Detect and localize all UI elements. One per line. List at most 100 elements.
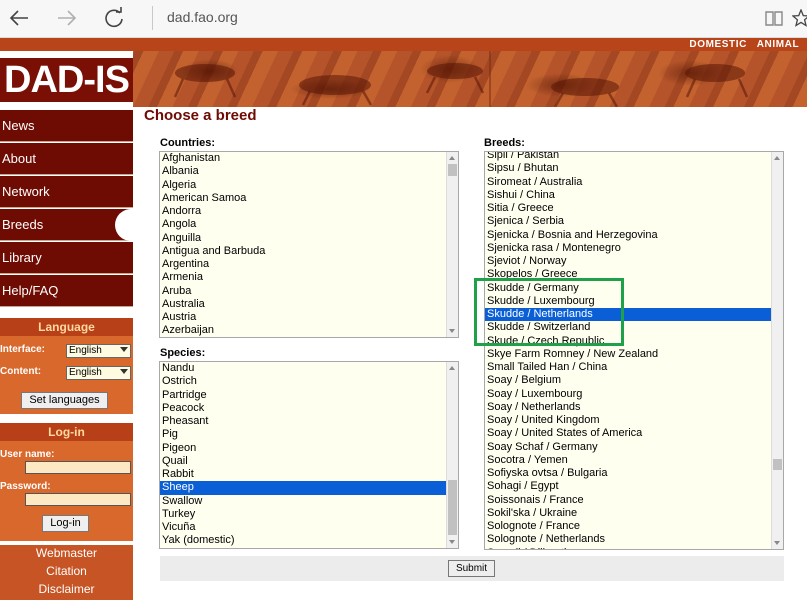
species-option-selected[interactable]: Sheep	[160, 481, 446, 495]
species-option[interactable]: Pigeon	[160, 442, 446, 455]
address-bar[interactable]: dad.fao.org	[167, 9, 238, 25]
sidebar-item-news[interactable]: News	[0, 110, 133, 142]
forward-button[interactable]	[52, 4, 82, 32]
breed-option[interactable]: Skopelos / Greece	[485, 268, 771, 281]
country-option[interactable]: Anguilla	[160, 232, 446, 245]
country-option[interactable]: Algeria	[160, 179, 446, 192]
scroll-down-icon[interactable]	[774, 541, 780, 545]
scroll-up-icon[interactable]	[774, 156, 780, 160]
scroll-up-icon[interactable]	[449, 156, 455, 160]
country-option[interactable]: Andorra	[160, 205, 446, 218]
country-option[interactable]: American Samoa	[160, 192, 446, 205]
reading-view-button[interactable]	[761, 5, 787, 31]
breed-option[interactable]: Soay / Netherlands	[485, 401, 771, 414]
breed-option[interactable]: Skude / Czech Republic	[485, 335, 771, 348]
site-logo[interactable]: DAD-IS	[0, 58, 133, 102]
breed-option[interactable]: Skudde / Switzerland	[485, 321, 771, 334]
countries-listbox[interactable]: Afghanistan Albania Algeria American Samoa A…	[159, 151, 459, 338]
breed-option[interactable]: Sipli / Pakistan	[485, 152, 771, 162]
content-language-select[interactable]: English	[66, 366, 131, 380]
webmaster-link[interactable]: Webmaster	[0, 546, 133, 560]
breed-option[interactable]: Sitia / Greece	[485, 202, 771, 215]
country-option[interactable]: Albania	[160, 165, 446, 178]
breed-option[interactable]: Skye Farm Romney / New Zealand	[485, 348, 771, 361]
breed-option[interactable]: Soissonais / France	[485, 494, 771, 507]
sidebar-item-about[interactable]: About	[0, 143, 133, 175]
scroll-thumb[interactable]	[448, 164, 457, 176]
country-option[interactable]: Austria	[160, 311, 446, 324]
breed-option[interactable]: Skudde / Luxembourg	[485, 295, 771, 308]
interface-language-select[interactable]: English	[66, 344, 131, 358]
scroll-up-icon[interactable]	[449, 366, 455, 370]
species-option[interactable]: Quail	[160, 455, 446, 468]
login-button[interactable]: Log-in	[42, 515, 89, 532]
username-input[interactable]	[25, 461, 131, 474]
sidebar: News About Network Breeds Library Help/F…	[0, 110, 139, 600]
species-option[interactable]: Ostrich	[160, 375, 446, 388]
countries-options: Afghanistan Albania Algeria American Samoa A…	[160, 152, 446, 337]
species-option[interactable]: Yak (domestic)	[160, 534, 446, 547]
breed-option-selected[interactable]: Skudde / Netherlands	[485, 308, 771, 322]
scroll-thumb[interactable]	[773, 459, 782, 470]
breed-option[interactable]: Solognote / France	[485, 520, 771, 533]
breeds-listbox[interactable]: Sipli / Pakistan Sipsu / Bhutan Siromeat /…	[484, 151, 784, 550]
set-languages-button[interactable]: Set languages	[21, 392, 108, 409]
country-option[interactable]: Angola	[160, 218, 446, 231]
species-option[interactable]: Pheasant	[160, 415, 446, 428]
species-listbox[interactable]: Nandu Ostrich Partridge Peacock Pheasant Pig P…	[159, 361, 459, 549]
breed-option[interactable]: Siromeat / Australia	[485, 176, 771, 189]
breed-option[interactable]: Sishui / China	[485, 189, 771, 202]
scroll-down-icon[interactable]	[449, 540, 455, 544]
breed-option[interactable]: Soay Schaf / Germany	[485, 441, 771, 454]
scroll-thumb[interactable]	[448, 480, 457, 535]
sidebar-item-library[interactable]: Library	[0, 242, 133, 274]
breed-option[interactable]: Small Tailed Han / China	[485, 361, 771, 374]
refresh-button[interactable]	[99, 4, 129, 32]
species-option[interactable]: Vicuña	[160, 521, 446, 534]
disclaimer-link[interactable]: Disclaimer	[0, 582, 133, 596]
country-option[interactable]: Antigua and Barbuda	[160, 245, 446, 258]
password-input[interactable]	[25, 493, 131, 506]
countries-scrollbar[interactable]	[446, 152, 458, 337]
breed-option[interactable]: Sjenicka / Bosnia and Herzegovina	[485, 229, 771, 242]
breed-option[interactable]: Soay / United States of America	[485, 427, 771, 440]
back-button[interactable]	[4, 4, 34, 32]
country-option[interactable]: Armenia	[160, 271, 446, 284]
interface-label: Interface:	[0, 344, 46, 355]
species-option[interactable]: Partridge	[160, 389, 446, 402]
breed-option[interactable]: Soay / United Kingdom	[485, 414, 771, 427]
species-option[interactable]: Pig	[160, 428, 446, 441]
breed-option[interactable]: Somali / Djibouti	[485, 547, 771, 550]
breed-option[interactable]: Socotra / Yemen	[485, 454, 771, 467]
breed-option[interactable]: Sofiyska ovtsa / Bulgaria	[485, 467, 771, 480]
sidebar-item-help[interactable]: Help/FAQ	[0, 275, 133, 307]
species-option[interactable]: Swallow	[160, 495, 446, 508]
breed-option[interactable]: Sjenicka rasa / Montenegro	[485, 242, 771, 255]
breed-option[interactable]: Skudde / Germany	[485, 282, 771, 295]
breed-option[interactable]: Soay / Belgium	[485, 374, 771, 387]
scroll-down-icon[interactable]	[449, 329, 455, 333]
species-scrollbar[interactable]	[446, 362, 458, 548]
species-option[interactable]: Nandu	[160, 362, 446, 375]
submit-button[interactable]: Submit	[448, 560, 495, 577]
sidebar-item-network[interactable]: Network	[0, 176, 133, 208]
breed-option[interactable]: Soay / Luxembourg	[485, 388, 771, 401]
country-option[interactable]: Azerbaijan	[160, 324, 446, 337]
species-option[interactable]: Rabbit	[160, 468, 446, 481]
sidebar-item-breeds[interactable]: Breeds	[0, 209, 139, 241]
breed-option[interactable]: Solognote / Netherlands	[485, 533, 771, 546]
breeds-scrollbar[interactable]	[771, 152, 783, 549]
country-option[interactable]: Argentina	[160, 258, 446, 271]
breed-option[interactable]: Sjeviot / Norway	[485, 255, 771, 268]
breed-option[interactable]: Sohagi / Egypt	[485, 480, 771, 493]
breed-option[interactable]: Sokil'ska / Ukraine	[485, 507, 771, 520]
favorite-button[interactable]	[792, 5, 807, 31]
citation-link[interactable]: Citation	[0, 564, 133, 578]
species-option[interactable]: Peacock	[160, 402, 446, 415]
species-option[interactable]: Turkey	[160, 508, 446, 521]
breed-option[interactable]: Sjenica / Serbia	[485, 215, 771, 228]
country-option[interactable]: Afghanistan	[160, 152, 446, 165]
breed-option[interactable]: Sipsu / Bhutan	[485, 162, 771, 175]
country-option[interactable]: Australia	[160, 298, 446, 311]
country-option[interactable]: Aruba	[160, 285, 446, 298]
